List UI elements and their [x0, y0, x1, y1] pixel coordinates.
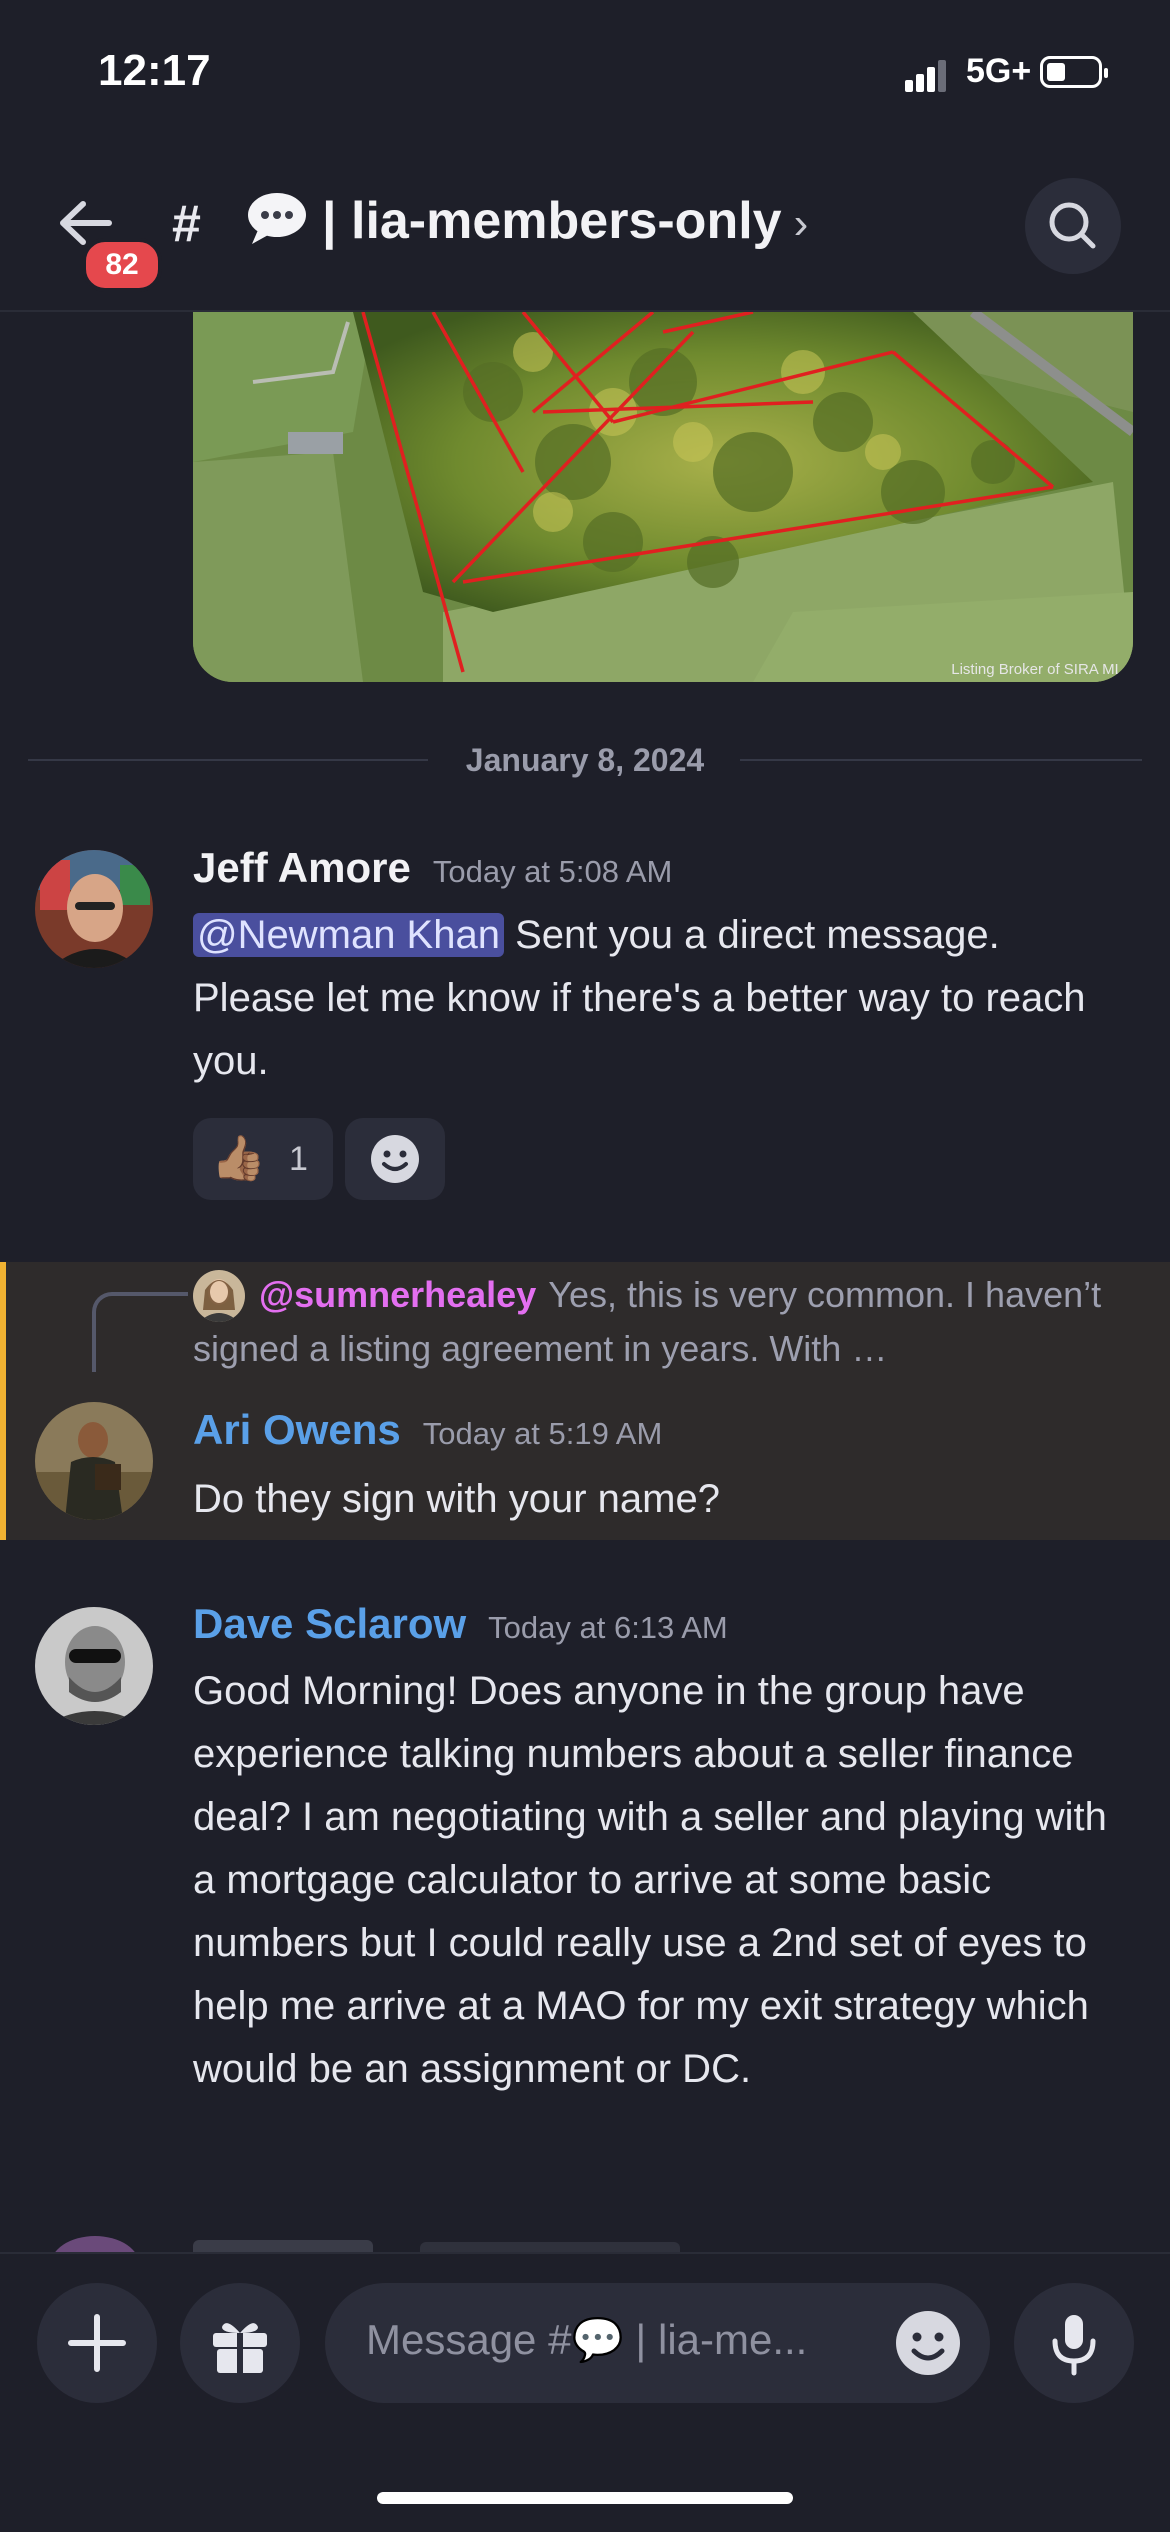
- home-indicator: [377, 2492, 793, 2504]
- chevron-right-icon: ›: [793, 199, 809, 249]
- gift-icon: [213, 2323, 267, 2373]
- avatar[interactable]: [35, 1402, 153, 1520]
- add-reaction-icon: [371, 1135, 419, 1183]
- user-mention[interactable]: @Newman Khan: [193, 913, 504, 957]
- reply-preview[interactable]: @sumnerhealey Yes, this is very common. I…: [193, 1268, 1113, 1376]
- date-divider: January 8, 2024: [465, 742, 705, 778]
- avatar[interactable]: [35, 1607, 153, 1725]
- unread-badge: 82: [82, 238, 162, 292]
- add-attachment-button[interactable]: [37, 2283, 157, 2403]
- date-divider-line: [740, 759, 1142, 761]
- author-name[interactable]: Ari Owens: [193, 1406, 401, 1453]
- channel-name: | lia-members-only: [322, 192, 782, 251]
- next-message-peek: [0, 2226, 1170, 2254]
- message-text: Do they sign with your name?: [193, 1477, 720, 1521]
- mention-highlight-bar: [0, 1262, 6, 1540]
- signal-icon: [905, 58, 947, 92]
- thumbs-up-icon: 👍🏽: [211, 1134, 266, 1183]
- message-header: Dave Sclarow Today at 6:13 AM: [193, 1600, 728, 1648]
- author-name[interactable]: Jeff Amore: [193, 844, 411, 891]
- emoji-button[interactable]: [886, 2301, 970, 2385]
- timestamp: Today at 5:19 AM: [422, 1416, 663, 1451]
- aerial-property-image[interactable]: Listing Broker of SIRA ML: [193, 312, 1133, 682]
- add-reaction-button[interactable]: [345, 1118, 445, 1200]
- reply-connector: [92, 1292, 188, 1372]
- message-text: @Newman Khan Sent you a direct message. …: [193, 913, 1086, 1083]
- avatar[interactable]: [35, 850, 153, 968]
- speech-bubble-icon: [246, 190, 308, 259]
- emoji-icon: [896, 2311, 960, 2375]
- channel-title[interactable]: | lia-members-only ›: [246, 190, 808, 259]
- message-placeholder: Message #💬 | lia-me...: [366, 2316, 808, 2363]
- voice-message-button[interactable]: [1014, 2283, 1134, 2403]
- message-header: Ari Owens Today at 5:19 AM: [193, 1406, 662, 1454]
- image-caption: Listing Broker of SIRA ML: [951, 661, 1123, 678]
- message-header: Jeff Amore Today at 5:08 AM: [193, 844, 672, 892]
- battery-icon: [1040, 56, 1108, 88]
- network-label: 5G+: [966, 52, 1032, 90]
- reaction-count: 1: [289, 1140, 308, 1178]
- timestamp: Today at 6:13 AM: [488, 1610, 728, 1645]
- composer-divider: [0, 2252, 1170, 2254]
- status-time: 12:17: [98, 46, 211, 95]
- reply-avatar: [193, 1270, 245, 1322]
- channel-hash-icon: #: [172, 195, 201, 253]
- reply-author[interactable]: @sumnerhealey: [259, 1274, 536, 1315]
- author-name[interactable]: Dave Sclarow: [193, 1600, 466, 1647]
- gift-button[interactable]: [180, 2283, 300, 2403]
- message-text: Good Morning! Does anyone in the group h…: [193, 1669, 1107, 2091]
- timestamp: Today at 5:08 AM: [432, 854, 673, 889]
- microphone-icon: [1052, 2315, 1096, 2376]
- search-button[interactable]: [1025, 178, 1121, 274]
- date-divider-line: [28, 759, 428, 761]
- search-icon: [1049, 202, 1096, 249]
- reaction-thumbs-up[interactable]: 👍🏽 1: [193, 1118, 333, 1200]
- plus-icon: [68, 2314, 126, 2372]
